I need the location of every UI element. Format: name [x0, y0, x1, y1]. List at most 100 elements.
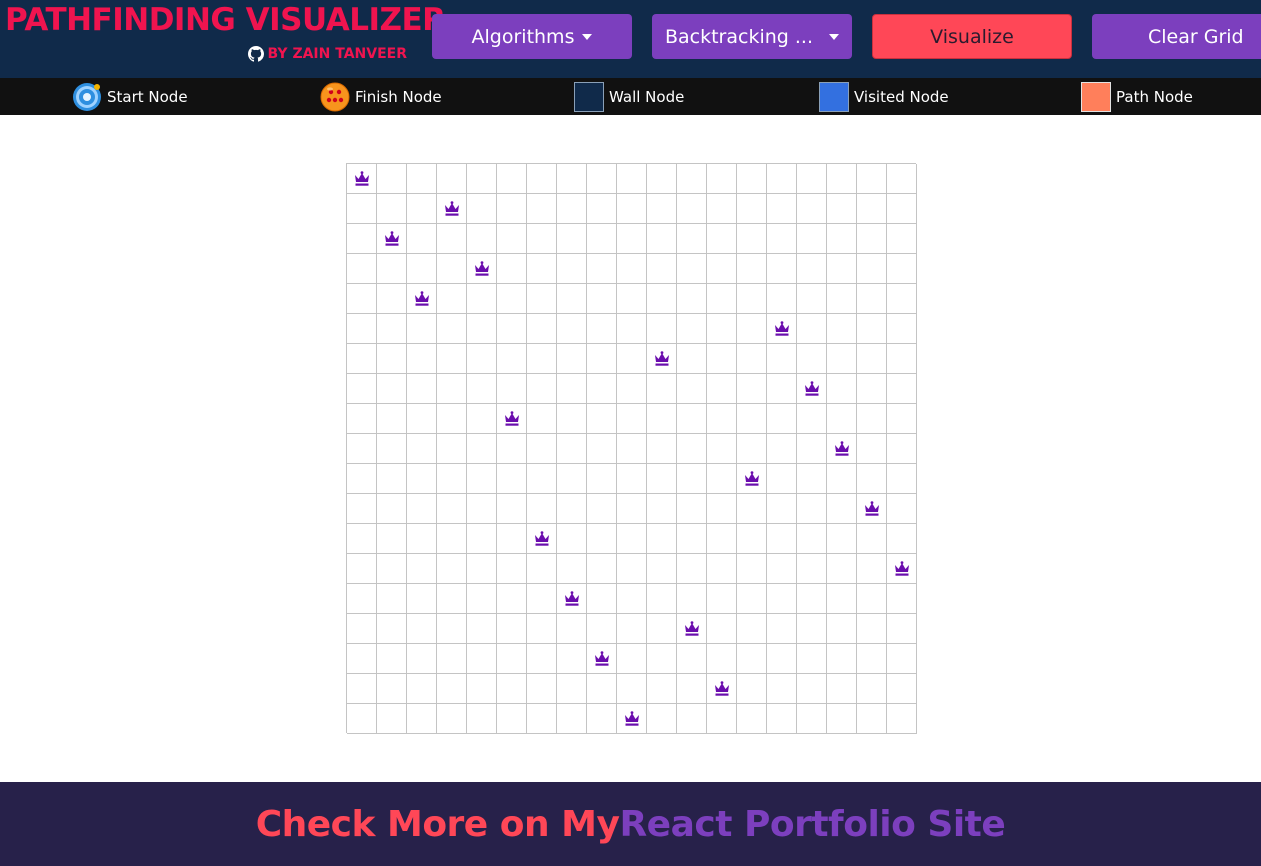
grid-cell[interactable]: [737, 614, 767, 644]
grid-cell[interactable]: [677, 164, 707, 194]
grid-cell[interactable]: [437, 164, 467, 194]
grid-cell[interactable]: [887, 344, 917, 374]
grid-cell[interactable]: [527, 404, 557, 434]
grid-cell[interactable]: [857, 254, 887, 284]
grid-cell[interactable]: [587, 644, 617, 674]
grid-cell[interactable]: [827, 464, 857, 494]
grid-cell[interactable]: [767, 554, 797, 584]
grid-cell[interactable]: [587, 464, 617, 494]
grid-cell[interactable]: [437, 374, 467, 404]
grid-cell[interactable]: [497, 554, 527, 584]
grid-cell[interactable]: [827, 194, 857, 224]
grid-cell[interactable]: [827, 254, 857, 284]
grid-cell[interactable]: [797, 584, 827, 614]
grid-cell[interactable]: [527, 224, 557, 254]
grid-cell[interactable]: [677, 584, 707, 614]
grid-cell[interactable]: [767, 284, 797, 314]
grid-cell[interactable]: [767, 584, 797, 614]
grid-cell[interactable]: [617, 284, 647, 314]
grid-cell[interactable]: [587, 704, 617, 734]
grid-cell[interactable]: [407, 314, 437, 344]
grid-cell[interactable]: [587, 494, 617, 524]
grid-cell[interactable]: [797, 524, 827, 554]
grid-cell[interactable]: [617, 344, 647, 374]
grid-cell[interactable]: [767, 614, 797, 644]
grid-cell[interactable]: [707, 614, 737, 644]
grid-cell[interactable]: [887, 374, 917, 404]
grid-cell[interactable]: [407, 584, 437, 614]
grid-cell[interactable]: [377, 584, 407, 614]
grid-cell[interactable]: [557, 464, 587, 494]
grid-cell[interactable]: [737, 254, 767, 284]
grid-cell[interactable]: [737, 224, 767, 254]
grid-cell[interactable]: [737, 494, 767, 524]
grid-cell[interactable]: [827, 524, 857, 554]
grid-cell[interactable]: [437, 644, 467, 674]
grid-cell[interactable]: [797, 254, 827, 284]
grid-cell[interactable]: [377, 194, 407, 224]
grid-cell[interactable]: [857, 614, 887, 644]
grid-cell[interactable]: [617, 524, 647, 554]
grid-cell[interactable]: [797, 404, 827, 434]
grid-cell[interactable]: [557, 674, 587, 704]
grid-cell[interactable]: [647, 344, 677, 374]
grid-cell[interactable]: [647, 254, 677, 284]
grid-cell[interactable]: [887, 404, 917, 434]
grid-cell[interactable]: [467, 434, 497, 464]
grid-cell[interactable]: [437, 344, 467, 374]
grid-cell[interactable]: [647, 434, 677, 464]
grid-cell[interactable]: [527, 434, 557, 464]
grid-cell[interactable]: [707, 554, 737, 584]
grid-cell[interactable]: [707, 524, 737, 554]
grid-cell[interactable]: [347, 434, 377, 464]
grid-cell[interactable]: [827, 404, 857, 434]
grid-cell[interactable]: [677, 314, 707, 344]
grid-cell[interactable]: [557, 314, 587, 344]
grid-cell[interactable]: [437, 674, 467, 704]
grid-cell[interactable]: [677, 524, 707, 554]
grid-cell[interactable]: [767, 674, 797, 704]
grid-cell[interactable]: [617, 554, 647, 584]
grid-cell[interactable]: [827, 314, 857, 344]
grid-cell[interactable]: [467, 254, 497, 284]
grid-cell[interactable]: [557, 404, 587, 434]
grid-cell[interactable]: [377, 674, 407, 704]
grid-cell[interactable]: [527, 494, 557, 524]
grid-cell[interactable]: [677, 284, 707, 314]
grid-cell[interactable]: [887, 554, 917, 584]
grid-cell[interactable]: [617, 404, 647, 434]
grid-cell[interactable]: [707, 404, 737, 434]
grid-cell[interactable]: [377, 374, 407, 404]
grid-cell[interactable]: [437, 614, 467, 644]
grid-cell[interactable]: [437, 404, 467, 434]
grid-cell[interactable]: [347, 404, 377, 434]
grid-cell[interactable]: [827, 344, 857, 374]
grid-cell[interactable]: [497, 704, 527, 734]
grid-cell[interactable]: [377, 464, 407, 494]
grid-cell[interactable]: [347, 494, 377, 524]
grid-cell[interactable]: [707, 434, 737, 464]
grid-cell[interactable]: [497, 404, 527, 434]
grid-cell[interactable]: [557, 584, 587, 614]
grid-cell[interactable]: [407, 674, 437, 704]
grid-cell[interactable]: [407, 704, 437, 734]
grid-cell[interactable]: [467, 554, 497, 584]
grid-cell[interactable]: [407, 434, 437, 464]
grid-cell[interactable]: [767, 404, 797, 434]
grid-cell[interactable]: [647, 404, 677, 434]
grid-cell[interactable]: [527, 374, 557, 404]
grid-cell[interactable]: [437, 434, 467, 464]
grid-cell[interactable]: [707, 464, 737, 494]
grid-cell[interactable]: [377, 524, 407, 554]
grid-cell[interactable]: [737, 554, 767, 584]
grid-cell[interactable]: [677, 644, 707, 674]
grid-cell[interactable]: [767, 224, 797, 254]
grid-cell[interactable]: [797, 464, 827, 494]
grid-cell[interactable]: [527, 614, 557, 644]
grid-cell[interactable]: [887, 434, 917, 464]
grid-cell[interactable]: [767, 524, 797, 554]
grid-cell[interactable]: [797, 194, 827, 224]
grid-cell[interactable]: [857, 284, 887, 314]
grid-cell[interactable]: [827, 704, 857, 734]
grid-cell[interactable]: [347, 464, 377, 494]
